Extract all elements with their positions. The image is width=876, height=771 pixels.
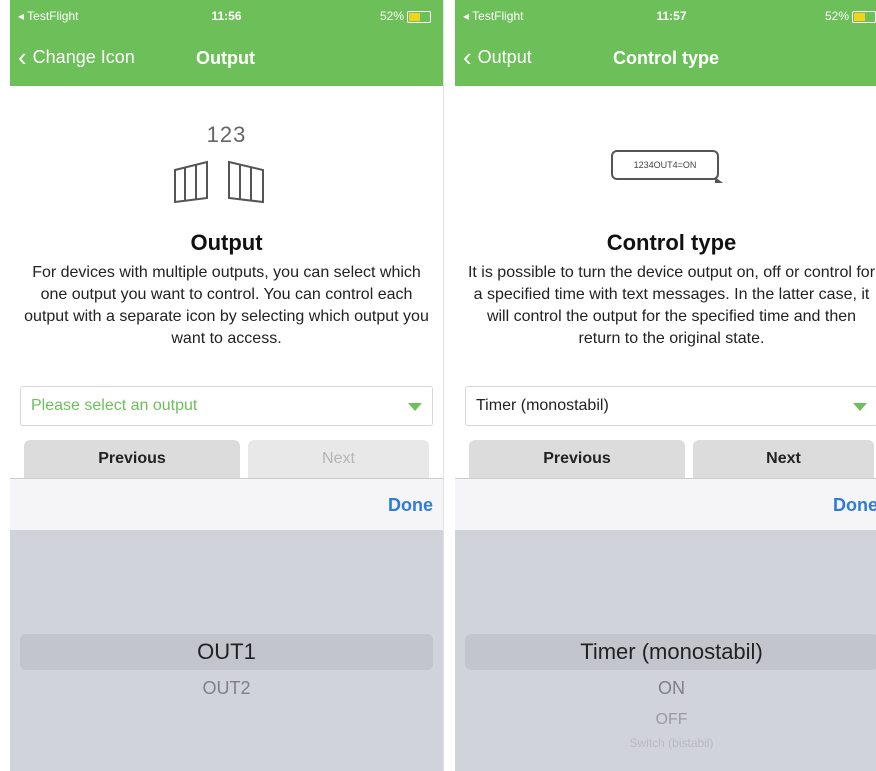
previous-button[interactable]: Previous <box>469 440 685 478</box>
picker-option[interactable]: OUT2 <box>10 678 443 699</box>
status-time: 11:57 <box>656 9 687 23</box>
section-heading: Output <box>190 230 263 255</box>
picker-wheel[interactable]: OUT1 OUT2 <box>10 530 443 771</box>
battery-icon <box>852 10 876 23</box>
picker-option[interactable]: Switch (bistabil) <box>455 736 876 750</box>
control-type-select[interactable]: Timer (monostabil) <box>465 386 876 426</box>
done-button[interactable]: Done <box>833 495 876 516</box>
left-screen: ◂ TestFlight 11:56 52% ‹ Change Icon Out… <box>10 0 444 771</box>
chevron-left-icon: ‹ <box>463 42 472 72</box>
next-button[interactable]: Next <box>248 440 429 478</box>
picker-selected[interactable]: Timer (monostabil) <box>465 634 876 670</box>
nav-bar: ◂ TestFlight 11:57 52% ‹ Output Control … <box>455 0 876 86</box>
status-battery: 52% <box>825 9 876 23</box>
select-value: Please select an output <box>31 397 198 414</box>
picker-option[interactable]: ON <box>455 678 876 699</box>
dropdown-caret-icon <box>408 403 422 411</box>
illustration-number: 123 <box>206 122 247 147</box>
status-bar: ◂ TestFlight 11:56 52% <box>10 6 443 26</box>
output-doors-icon <box>10 158 443 209</box>
status-bar: ◂ TestFlight 11:57 52% <box>455 6 876 26</box>
previous-button[interactable]: Previous <box>24 440 240 478</box>
back-button[interactable]: ‹ Output <box>463 42 532 72</box>
picker-selected[interactable]: OUT1 <box>20 634 433 670</box>
picker-toolbar: Done <box>455 478 876 531</box>
section-description: For devices with multiple outputs, you c… <box>24 264 429 347</box>
done-button[interactable]: Done <box>388 495 433 516</box>
section-description: It is possible to turn the device output… <box>467 264 876 347</box>
status-battery: 52% <box>380 9 431 23</box>
back-label: Output <box>477 46 532 67</box>
back-label: Change Icon <box>32 46 135 67</box>
picker-option[interactable]: OFF <box>455 711 876 729</box>
picker-toolbar: Done <box>10 478 443 531</box>
section-heading: Control type <box>606 230 737 255</box>
right-screen: ◂ TestFlight 11:57 52% ‹ Output Control … <box>455 0 876 771</box>
select-value: Timer (monostabil) <box>476 397 609 414</box>
dropdown-caret-icon <box>853 403 867 411</box>
page-title: Control type <box>613 48 719 68</box>
next-button[interactable]: Next <box>693 440 874 478</box>
sms-bubble-icon: 1234OUT4=ON <box>611 150 723 183</box>
picker-wheel[interactable]: Timer (monostabil) ON OFF Switch (bistab… <box>455 530 876 771</box>
page-title: Output <box>196 48 255 68</box>
battery-icon <box>407 10 431 23</box>
sms-bubble-text: 1234OUT4=ON <box>633 160 697 170</box>
status-time: 11:56 <box>211 9 242 23</box>
chevron-left-icon: ‹ <box>18 42 27 72</box>
output-select[interactable]: Please select an output <box>20 386 433 426</box>
nav-bar: ◂ TestFlight 11:56 52% ‹ Change Icon Out… <box>10 0 443 86</box>
back-button[interactable]: ‹ Change Icon <box>18 42 135 72</box>
